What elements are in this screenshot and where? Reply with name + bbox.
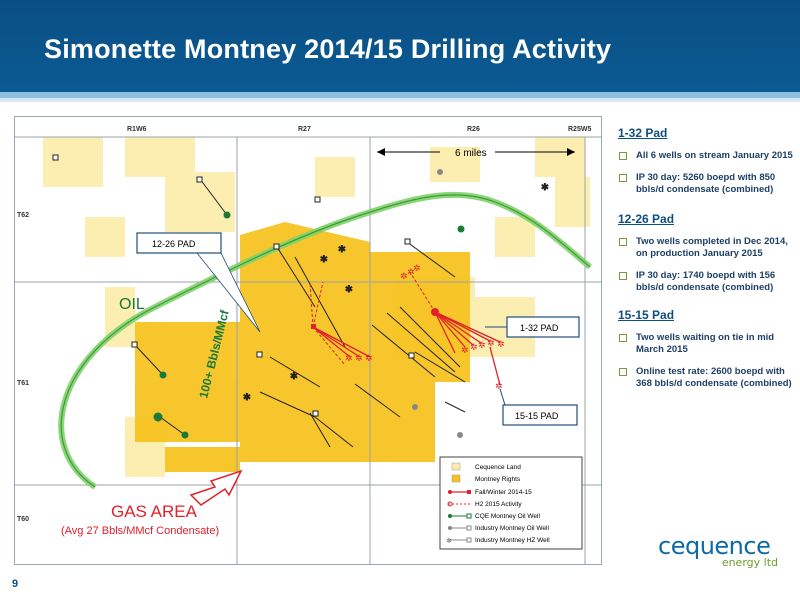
legend-label: Fall/Winter 2014-15: [475, 489, 532, 496]
pad-bullet: All 6 wells on stream January 2015: [610, 150, 795, 162]
svg-text:15-15 PAD: 15-15 PAD: [515, 411, 559, 421]
pad-summary-panel: 1-32 Pad All 6 wells on stream January 2…: [610, 126, 795, 390]
svg-text:✲: ✲: [541, 183, 549, 193]
legend-label: Industry Montney Oil Well: [475, 525, 549, 532]
callout-15-15: 15-15 PAD: [499, 388, 578, 426]
cequence-logo: cequence energy ltd: [658, 534, 778, 569]
pad-bullet: Online test rate: 2600 boepd with 368 bb…: [610, 366, 795, 390]
drilling-map: R1W6 R27 R26 R25W5 T62 T61 T60 6 miles ✲…: [14, 116, 602, 565]
oil-region-label: OIL: [119, 296, 145, 313]
legend-label: CQE Montney Oil Well: [475, 513, 540, 520]
svg-text:✲: ✲: [487, 339, 495, 349]
legend-label: H2 2015 Activity: [475, 501, 522, 508]
svg-text:✲: ✲: [243, 393, 251, 403]
bullet-box-icon: [619, 368, 627, 376]
svg-text:12-26 PAD: 12-26 PAD: [152, 239, 196, 249]
bullet-box-icon: [619, 272, 627, 280]
pad-bullet: Two wells waiting on tie in mid March 20…: [610, 332, 795, 356]
bullet-box-icon: [619, 174, 627, 182]
bullet-box-icon: [619, 334, 627, 342]
pad-title: 1-32 Pad: [618, 126, 668, 140]
gas-arrow: [189, 469, 243, 506]
svg-text:✲: ✲: [290, 372, 298, 382]
svg-text:✲: ✲: [413, 264, 421, 274]
pad-title: 12-26 Pad: [618, 212, 675, 226]
svg-text:R25W5: R25W5: [568, 126, 591, 133]
gas-area-label: GAS AREA: [111, 502, 198, 521]
slide-title: Simonette Montney 2014/15 Drilling Activ…: [44, 34, 612, 64]
pad-section: 12-26 Pad Two wells completed in Dec 201…: [610, 212, 795, 294]
legend-label: Industry Montney HZ Well: [475, 537, 550, 544]
svg-text:6 miles: 6 miles: [455, 148, 487, 159]
map-legend: Cequence Land Montney Rights Fall/Winter…: [439, 456, 583, 550]
svg-text:✲: ✲: [446, 537, 452, 545]
svg-text:T62: T62: [17, 212, 29, 219]
svg-text:T60: T60: [17, 516, 29, 523]
gas-area-sublabel: (Avg 27 Bbls/MMcf Condensate): [61, 525, 219, 537]
svg-text:✲: ✲: [365, 354, 373, 364]
page-number: 9: [12, 578, 19, 590]
pad-bullet: Two wells completed in Dec 2014, on prod…: [610, 236, 795, 260]
svg-text:✲: ✲: [345, 354, 353, 364]
svg-text:R27: R27: [298, 126, 311, 133]
bullet-box-icon: [619, 238, 627, 246]
svg-text:✲: ✲: [495, 382, 503, 392]
legend-label: Cequence Land: [475, 464, 521, 471]
svg-text:R1W6: R1W6: [127, 126, 147, 133]
svg-text:✲: ✲: [497, 340, 505, 350]
pad-section: 1-32 Pad All 6 wells on stream January 2…: [610, 126, 795, 196]
svg-text:✲: ✲: [478, 341, 486, 351]
title-stripe-light: [0, 98, 800, 102]
svg-text:✲: ✲: [345, 285, 353, 295]
bullet-box-icon: [619, 152, 627, 160]
logo-wordmark: cequence: [658, 532, 771, 560]
pad-title: 15-15 Pad: [618, 308, 675, 322]
svg-text:✲: ✲: [338, 245, 346, 255]
svg-text:✲: ✲: [461, 346, 469, 356]
pad-bullet: IP 30 day: 5260 boepd with 850 bbls/d co…: [610, 172, 795, 196]
svg-text:✲: ✲: [470, 343, 478, 353]
pad-bullet: IP 30 day: 1740 boepd with 156 bbls/d co…: [610, 270, 795, 294]
map-canvas: R1W6 R27 R26 R25W5 T62 T61 T60 6 miles ✲…: [15, 126, 601, 564]
svg-text:R26: R26: [467, 126, 480, 133]
svg-text:✲: ✲: [355, 354, 363, 364]
svg-text:✲: ✲: [320, 255, 328, 265]
pad-section: 15-15 Pad Two wells waiting on tie in mi…: [610, 308, 795, 390]
svg-text:1-32 PAD: 1-32 PAD: [520, 323, 559, 333]
svg-text:T61: T61: [17, 380, 29, 387]
legend-label: Montney Rights: [475, 476, 521, 483]
